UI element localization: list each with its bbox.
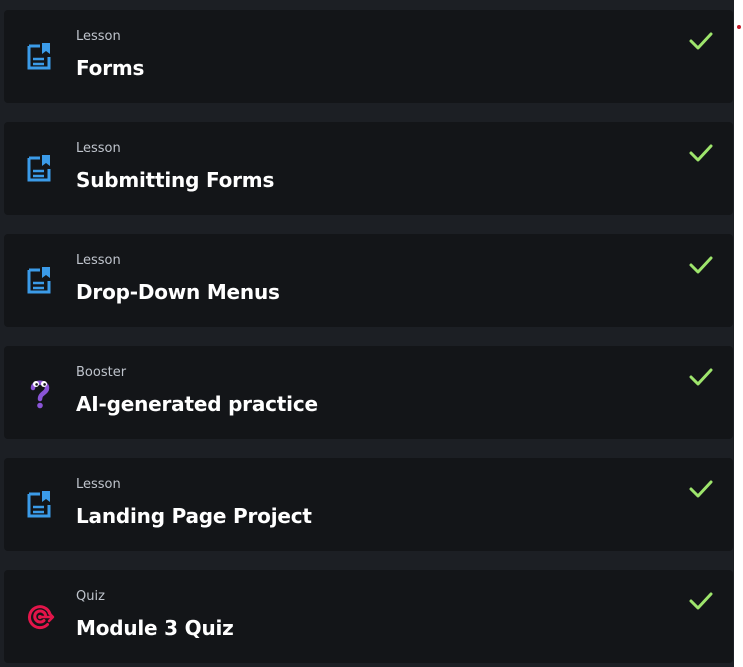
- item-title: AI-generated practice: [76, 392, 318, 416]
- question-mark-creature-icon: [30, 380, 50, 409]
- completed-check-icon: [689, 256, 713, 274]
- item-kind-label: Lesson: [76, 477, 121, 492]
- completed-check-icon: [689, 480, 713, 498]
- lesson-document-icon: [27, 43, 51, 70]
- module-item-submitting-forms[interactable]: Lesson Submitting Forms: [4, 122, 733, 215]
- target-icon: [28, 605, 55, 630]
- module-item-list: Lesson Forms Lesson Submitting Forms Les…: [0, 0, 734, 667]
- completed-check-icon: [689, 32, 713, 50]
- item-title: Module 3 Quiz: [76, 616, 234, 640]
- completed-check-icon: [689, 144, 713, 162]
- module-item-forms[interactable]: Lesson Forms: [4, 10, 733, 103]
- module-item-module-3-quiz[interactable]: Quiz Module 3 Quiz: [4, 570, 733, 663]
- item-title: Drop-Down Menus: [76, 280, 280, 304]
- module-item-drop-down-menus[interactable]: Lesson Drop-Down Menus: [4, 234, 733, 327]
- lesson-document-icon: [27, 491, 51, 518]
- lesson-document-icon: [27, 155, 51, 182]
- completed-check-icon: [689, 592, 713, 610]
- lesson-document-icon: [27, 267, 51, 294]
- item-kind-label: Lesson: [76, 141, 121, 156]
- item-title: Forms: [76, 56, 145, 80]
- notification-dot: [737, 25, 741, 29]
- module-item-ai-generated-practice[interactable]: Booster AI-generated practice: [4, 346, 733, 439]
- item-kind-label: Booster: [76, 365, 127, 380]
- item-title: Submitting Forms: [76, 168, 275, 192]
- completed-check-icon: [689, 368, 713, 386]
- item-kind-label: Lesson: [76, 29, 121, 44]
- page-edge: [734, 0, 743, 667]
- module-item-landing-page-project[interactable]: Lesson Landing Page Project: [4, 458, 733, 551]
- item-kind-label: Lesson: [76, 253, 121, 268]
- item-title: Landing Page Project: [76, 504, 312, 528]
- item-kind-label: Quiz: [76, 589, 105, 604]
